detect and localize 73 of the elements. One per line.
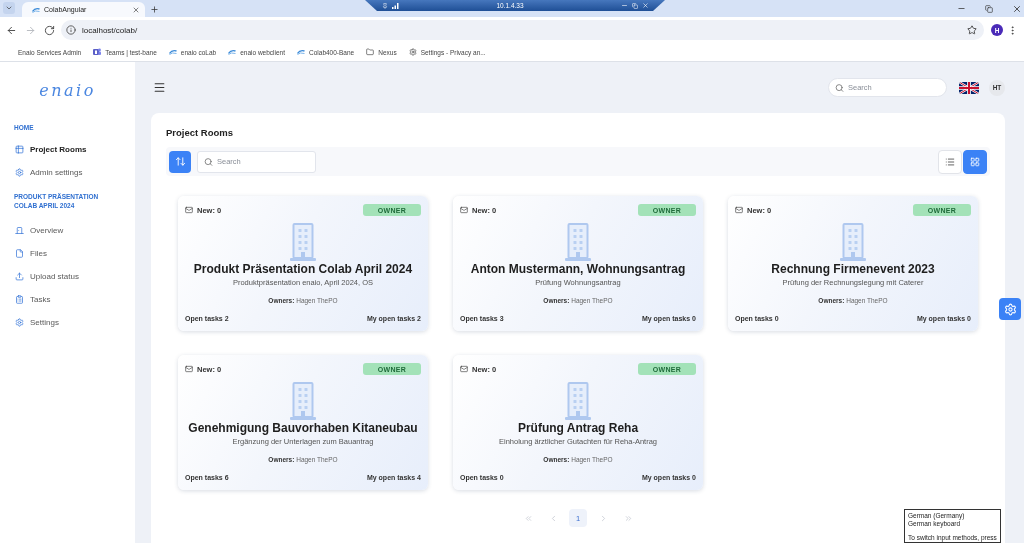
- swoosh-icon: [297, 49, 305, 55]
- info-icon[interactable]: [66, 25, 76, 35]
- panel-title: Project Rooms: [166, 127, 235, 139]
- list-view-button[interactable]: [938, 149, 962, 174]
- reload-icon: [43, 24, 55, 36]
- building-icon: [839, 223, 867, 261]
- address-bar[interactable]: localhost/colab/: [61, 20, 984, 40]
- mail-icon: [460, 365, 468, 373]
- grid-view-button[interactable]: [963, 149, 987, 174]
- mail-icon: [185, 365, 193, 373]
- menu-icon: [153, 81, 166, 94]
- pin-icon[interactable]: [382, 2, 388, 9]
- building-icon: [289, 382, 317, 420]
- room-title: Prüfung Antrag Reha: [517, 421, 639, 435]
- people-tile-icon: [93, 48, 102, 56]
- sidebar-item[interactable]: Overview: [14, 219, 135, 242]
- room-title: Anton Mustermann, Wohnungsantrag: [470, 262, 686, 276]
- sidebar-item[interactable]: Admin settings: [14, 161, 135, 184]
- building-icon: [564, 382, 592, 420]
- restore-icon[interactable]: [632, 2, 638, 9]
- sort-button[interactable]: [169, 150, 191, 173]
- back-arrow-icon: [5, 24, 17, 36]
- building-icon: [289, 223, 317, 261]
- sidebar-item[interactable]: Files: [14, 242, 135, 265]
- close-icon[interactable]: [642, 2, 649, 9]
- room-title: Rechnung Firmenevent 2023: [771, 262, 935, 276]
- close-icon[interactable]: [132, 5, 140, 14]
- restore-icon: [985, 4, 993, 13]
- file-icon: [15, 249, 24, 258]
- building-icon: [564, 223, 592, 261]
- sort-icon: [174, 156, 186, 167]
- settings-icon: [1003, 302, 1017, 316]
- search-icon: [204, 157, 213, 166]
- swoosh-icon: [168, 49, 177, 55]
- double-chevron-left-icon: [523, 513, 533, 523]
- table-icon: [15, 145, 24, 154]
- logo: enaio: [39, 80, 96, 100]
- sidebar-item[interactable]: Tasks: [14, 288, 135, 311]
- list-icon: [945, 156, 955, 167]
- tab-list-button[interactable]: [3, 2, 15, 14]
- room-title: Genehmigung Bauvorhaben Kitaneubau: [188, 421, 418, 435]
- restore-button[interactable]: [982, 3, 996, 14]
- settings-button[interactable]: [999, 298, 1021, 320]
- signal-icon: [392, 2, 399, 9]
- door-icon: [15, 226, 24, 235]
- mail-icon: [460, 206, 468, 214]
- sidebar-item[interactable]: Project Rooms: [14, 138, 135, 161]
- sidebar-item[interactable]: Upload status: [14, 265, 135, 288]
- plus-icon: [150, 5, 159, 14]
- folder-icon: [366, 48, 375, 56]
- new-tab-button[interactable]: [150, 5, 159, 14]
- grid-icon: [970, 156, 980, 167]
- swoosh-icon: [32, 6, 40, 13]
- settings-icon: [15, 168, 24, 177]
- close-icon: [1012, 3, 1022, 14]
- language-button[interactable]: [959, 81, 979, 94]
- forward-arrow-icon: [24, 24, 36, 36]
- clipboard-icon: [15, 295, 24, 304]
- room-title: Produkt Präsentation Colab April 2024: [193, 262, 413, 276]
- chevron-down-icon: [5, 4, 13, 12]
- swoosh-icon: [228, 49, 237, 55]
- star-icon[interactable]: [967, 25, 977, 35]
- search-icon: [835, 83, 844, 92]
- minimize-icon[interactable]: [621, 2, 628, 9]
- gear-icon: [408, 48, 417, 56]
- sidebar-item[interactable]: Settings: [14, 311, 135, 334]
- menu-button[interactable]: [153, 81, 166, 94]
- flag-icon: [959, 81, 979, 94]
- upload-icon: [15, 272, 24, 281]
- settings-icon: [15, 318, 24, 327]
- double-chevron-right-icon: [623, 513, 633, 523]
- mail-icon: [735, 206, 743, 214]
- mail-icon: [185, 206, 193, 214]
